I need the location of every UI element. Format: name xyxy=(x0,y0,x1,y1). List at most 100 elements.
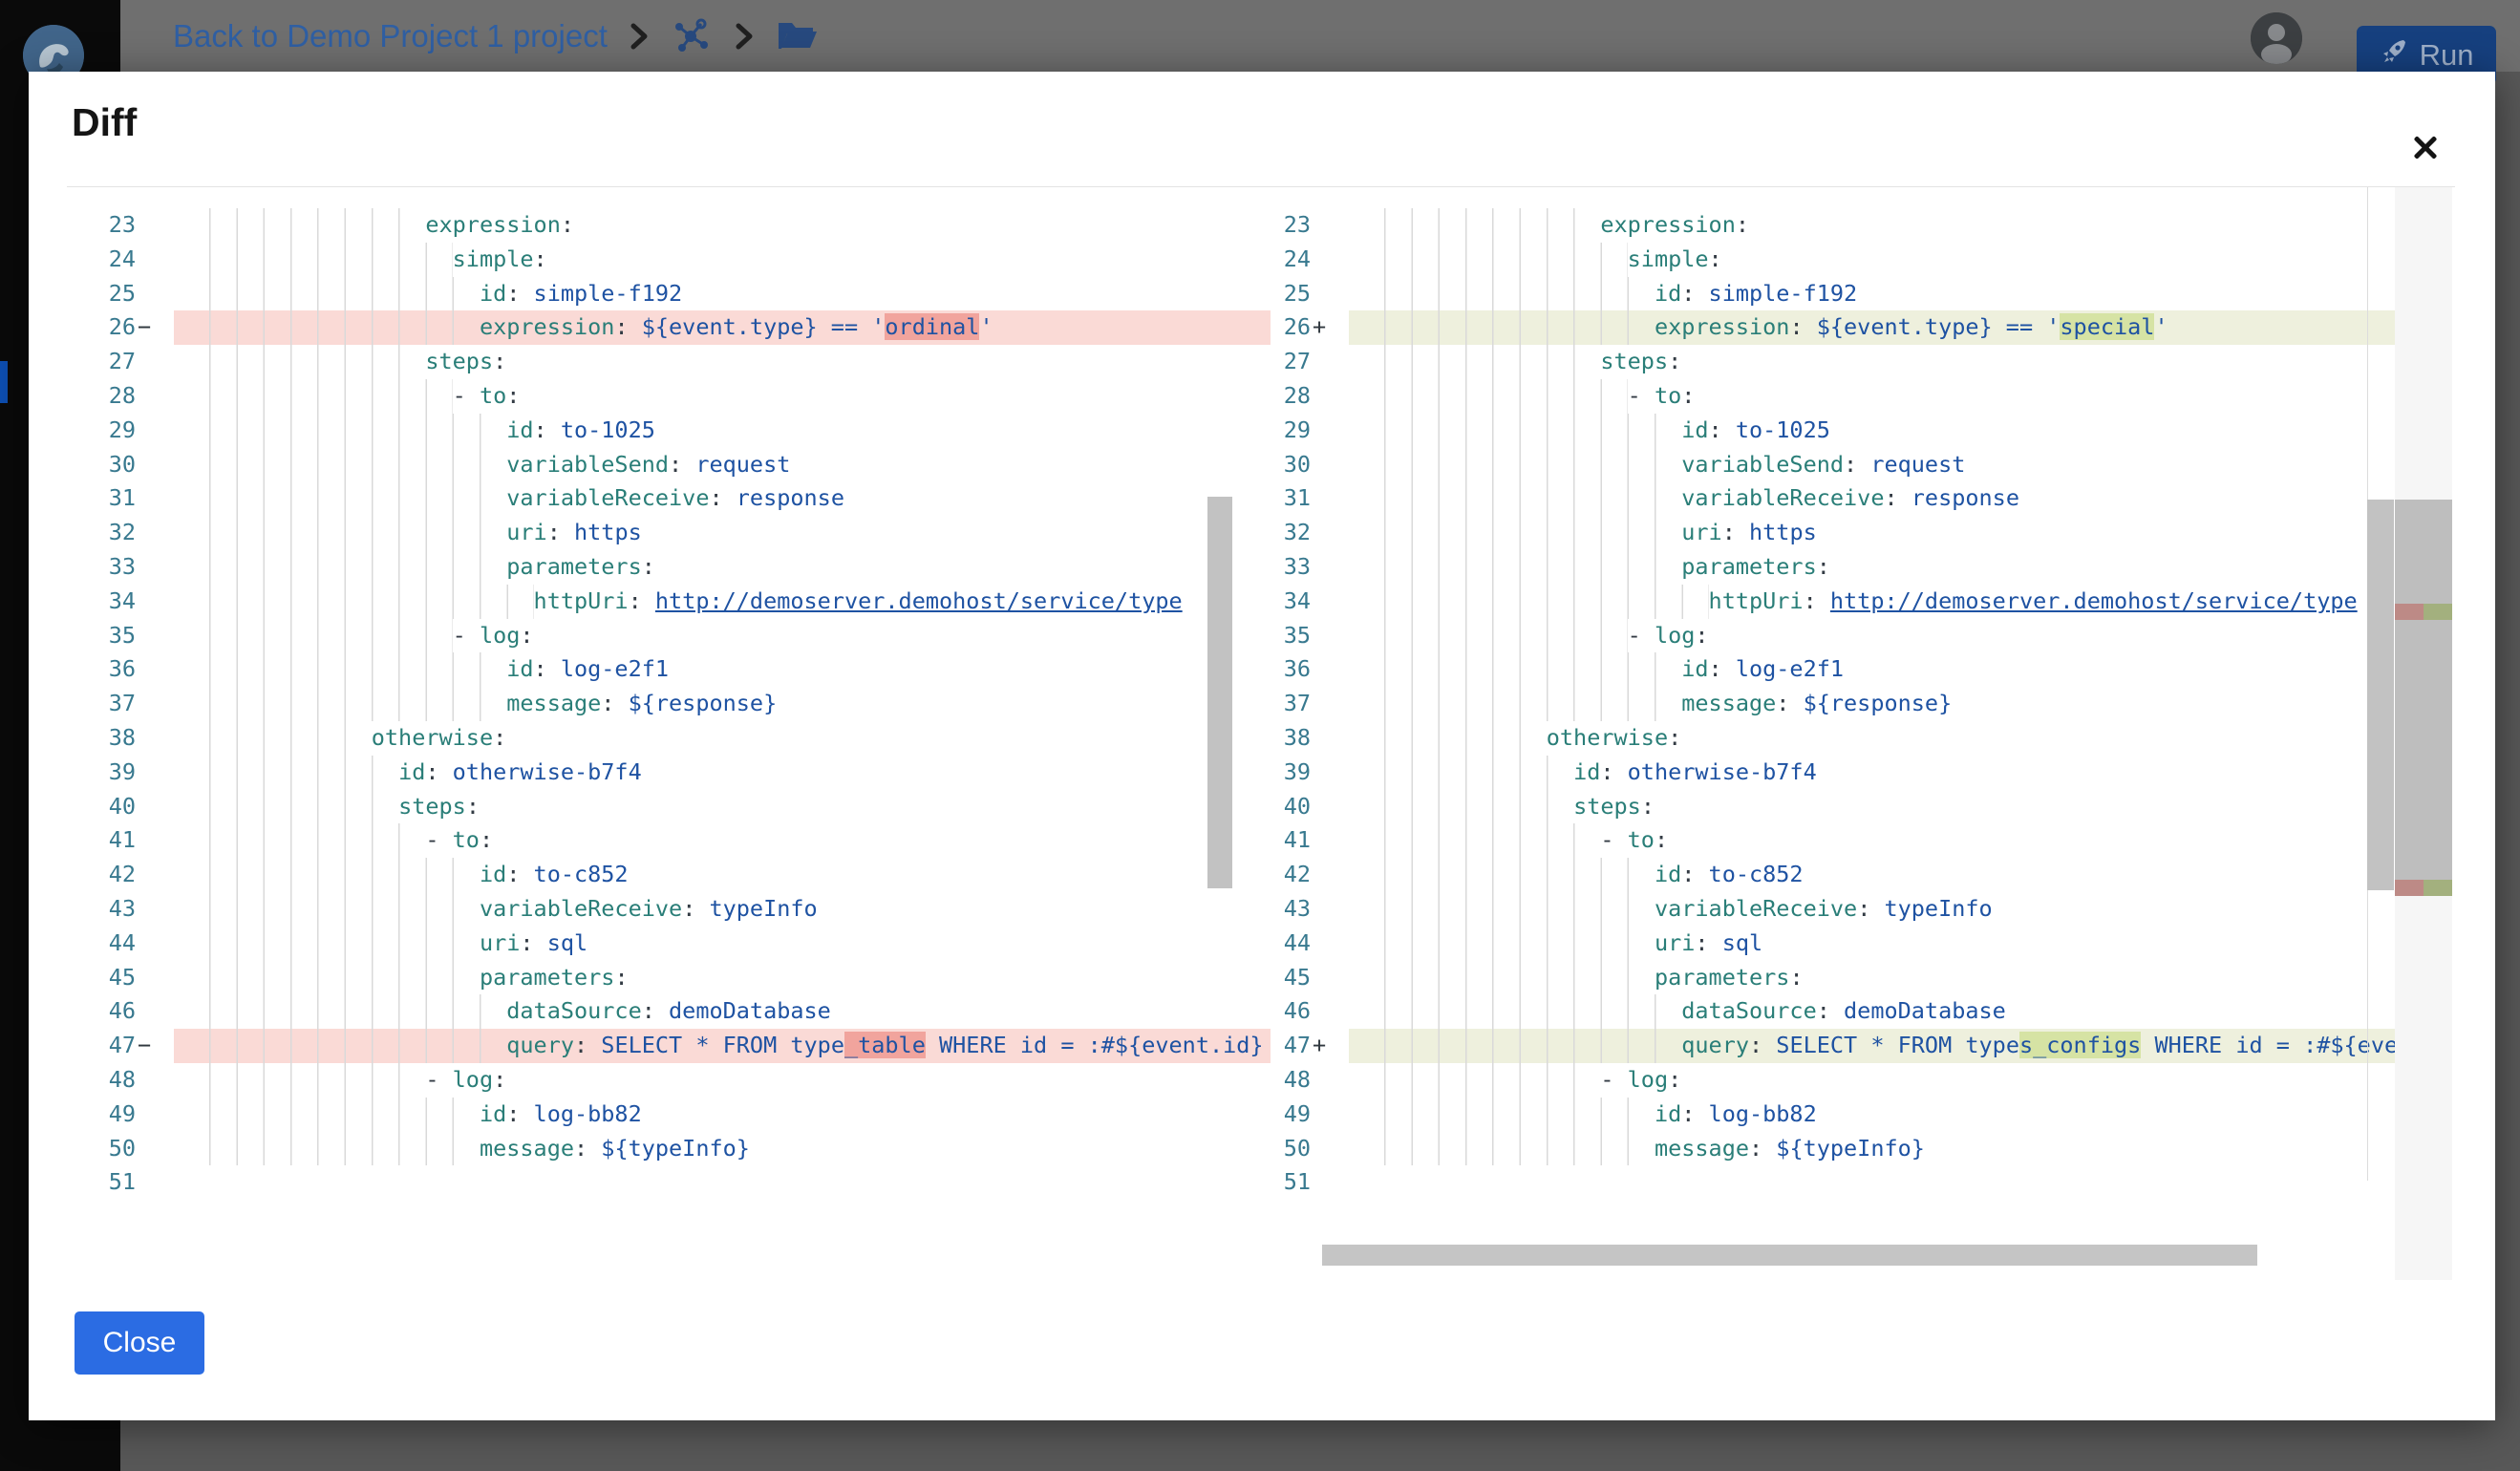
line-number: 35 xyxy=(1271,619,1311,653)
diff-marker xyxy=(136,652,174,687)
code-content: expression: xyxy=(174,208,1271,243)
diff-marker xyxy=(1311,858,1349,892)
diff-ruler-mark-addition xyxy=(2424,880,2452,896)
folder-icon[interactable] xyxy=(776,17,820,55)
diff-marker xyxy=(136,619,174,653)
code-token: typeInfo xyxy=(709,895,817,922)
code-token: log-e2f1 xyxy=(561,655,669,682)
indent-guides xyxy=(209,619,453,653)
code-token: : xyxy=(506,1100,533,1127)
diff-marker xyxy=(1311,687,1349,721)
code-content: variableReceive: response xyxy=(1349,481,2434,516)
code-token: to xyxy=(1655,382,1681,409)
diff-overview-ruler[interactable] xyxy=(2395,187,2452,1280)
code-token: : xyxy=(1709,245,1722,272)
diff-marker xyxy=(1311,550,1349,585)
diff-marker xyxy=(136,927,174,961)
code-token: id xyxy=(398,758,425,785)
diff-marker xyxy=(136,414,174,448)
code-token: - xyxy=(1600,1066,1627,1093)
code-content xyxy=(1349,1165,2434,1200)
line-number: 37 xyxy=(96,687,136,721)
code-content: query: SELECT * FROM type_table WHERE id… xyxy=(174,1029,1271,1063)
indent-guides xyxy=(209,1063,425,1098)
code-content: expression: ${event.type} == 'special' xyxy=(1349,310,2434,345)
line-number: 35 xyxy=(96,619,136,653)
integration-route-icon[interactable] xyxy=(671,15,713,57)
code-token: - xyxy=(1628,622,1655,649)
diff-line: 35- log: xyxy=(1271,619,2434,653)
code-token: : xyxy=(561,211,574,238)
diff-marker xyxy=(1311,345,1349,379)
left-pane-vertical-scrollbar[interactable] xyxy=(1207,497,1232,888)
code-token: to-c852 xyxy=(534,861,629,887)
code-content: uri: sql xyxy=(1349,927,2434,961)
code-token: id xyxy=(1655,861,1681,887)
line-number: 30 xyxy=(1271,448,1311,482)
code-content: id: log-bb82 xyxy=(1349,1098,2434,1132)
code-content: variableSend: request xyxy=(174,448,1271,482)
line-number: 38 xyxy=(1271,721,1311,756)
code-token: : xyxy=(425,758,452,785)
indent-guides xyxy=(209,892,480,927)
indent-guides xyxy=(209,414,506,448)
line-number: 34 xyxy=(96,585,136,619)
code-token: : xyxy=(466,793,480,820)
diff-line: 34httpUri: http://demoserver.demohost/se… xyxy=(1271,585,2434,619)
indent-guides xyxy=(209,1098,480,1132)
line-number: 32 xyxy=(1271,516,1311,550)
diff-line: 41- to: xyxy=(1271,823,2434,858)
horizontal-scrollbar[interactable] xyxy=(1322,1245,2257,1266)
indent-guides xyxy=(1384,756,1573,790)
code-content: - log: xyxy=(174,1063,1271,1098)
diff-marker xyxy=(136,1165,174,1200)
indent-guides xyxy=(1384,858,1655,892)
code-content: uri: https xyxy=(174,516,1271,550)
code-token: ${response} xyxy=(629,690,778,716)
code-token: ${event.type} == ' xyxy=(1817,313,2061,340)
code-token: variableReceive xyxy=(480,895,682,922)
code-token: log-bb82 xyxy=(534,1100,642,1127)
diff-marker xyxy=(136,550,174,585)
breadcrumb-project-link[interactable]: Back to Demo Project 1 project xyxy=(173,18,608,54)
code-content: variableReceive: typeInfo xyxy=(174,892,1271,927)
diff-marker xyxy=(1311,927,1349,961)
diff-marker xyxy=(136,823,174,858)
code-token: : xyxy=(493,1066,506,1093)
line-number: 46 xyxy=(1271,994,1311,1029)
right-pane-vertical-scrollbar[interactable] xyxy=(2367,500,2394,890)
diff-line: 46dataSource: demoDatabase xyxy=(96,994,1271,1029)
diff-marker: + xyxy=(1311,310,1349,345)
line-number: 47 xyxy=(1271,1029,1311,1063)
code-content: query: SELECT * FROM types_configs WHERE… xyxy=(1349,1029,2434,1063)
line-number: 49 xyxy=(1271,1098,1311,1132)
diff-marker xyxy=(1311,1063,1349,1098)
line-number: 48 xyxy=(96,1063,136,1098)
diff-marker xyxy=(136,687,174,721)
indent-guides xyxy=(1384,1063,1600,1098)
code-token: to xyxy=(1628,826,1655,853)
code-content: parameters: xyxy=(174,550,1271,585)
line-number: 32 xyxy=(96,516,136,550)
close-button[interactable]: Close xyxy=(75,1311,204,1375)
avatar[interactable] xyxy=(2251,12,2302,64)
close-icon[interactable] xyxy=(2404,127,2446,169)
diff-line: 29id: to-1025 xyxy=(1271,414,2434,448)
code-token: query xyxy=(506,1032,574,1058)
code-token: : xyxy=(520,929,546,956)
code-token: to-1025 xyxy=(561,416,655,443)
code-token: expression xyxy=(1655,313,1789,340)
diff-line: 33parameters: xyxy=(1271,550,2434,585)
code-token: - xyxy=(1600,826,1627,853)
code-token: httpUri xyxy=(534,587,629,614)
code-token: parameters xyxy=(506,553,641,580)
code-token: : xyxy=(1736,211,1749,238)
code-token: query xyxy=(1681,1032,1749,1058)
code-token: expression xyxy=(480,313,614,340)
code-content: id: to-1025 xyxy=(1349,414,2434,448)
line-number: 46 xyxy=(96,994,136,1029)
indent-guides xyxy=(209,652,506,687)
code-content: id: otherwise-b7f4 xyxy=(1349,756,2434,790)
code-token: : xyxy=(1681,861,1708,887)
code-token: : xyxy=(1655,826,1668,853)
